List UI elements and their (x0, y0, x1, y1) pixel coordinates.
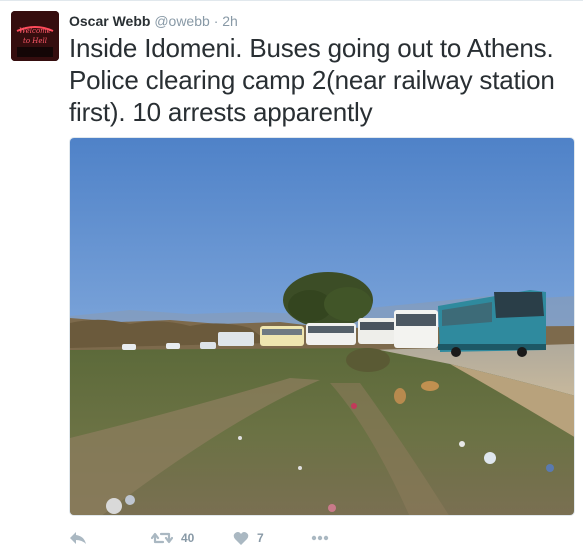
tweet-actions: 40 7 (69, 527, 569, 549)
reply-icon (69, 530, 87, 546)
like-button[interactable]: 7 (233, 527, 264, 549)
user-handle[interactable]: @owebb (154, 13, 209, 29)
like-count: 7 (257, 531, 264, 545)
tweet-header: Oscar Webb @owebb · 2h (69, 12, 238, 30)
reply-button[interactable] (69, 527, 87, 549)
svg-text:to Hell: to Hell (23, 37, 47, 45)
avatar[interactable]: Welcome to Hell (11, 11, 59, 61)
heart-icon (233, 531, 249, 546)
svg-text:Welcome: Welcome (19, 27, 51, 35)
retweet-icon (151, 530, 173, 546)
header-separator: · (213, 13, 219, 29)
tweet-timestamp[interactable]: 2h (222, 13, 238, 29)
display-name[interactable]: Oscar Webb (69, 13, 150, 29)
more-icon (311, 535, 329, 541)
tweet-text: Inside Idomeni. Buses going out to Athen… (69, 33, 555, 127)
retweet-button[interactable]: 40 (151, 527, 194, 549)
tweet-photo[interactable] (69, 137, 575, 516)
more-button[interactable] (311, 527, 329, 549)
top-divider (0, 0, 583, 1)
retweet-count: 40 (181, 531, 195, 545)
